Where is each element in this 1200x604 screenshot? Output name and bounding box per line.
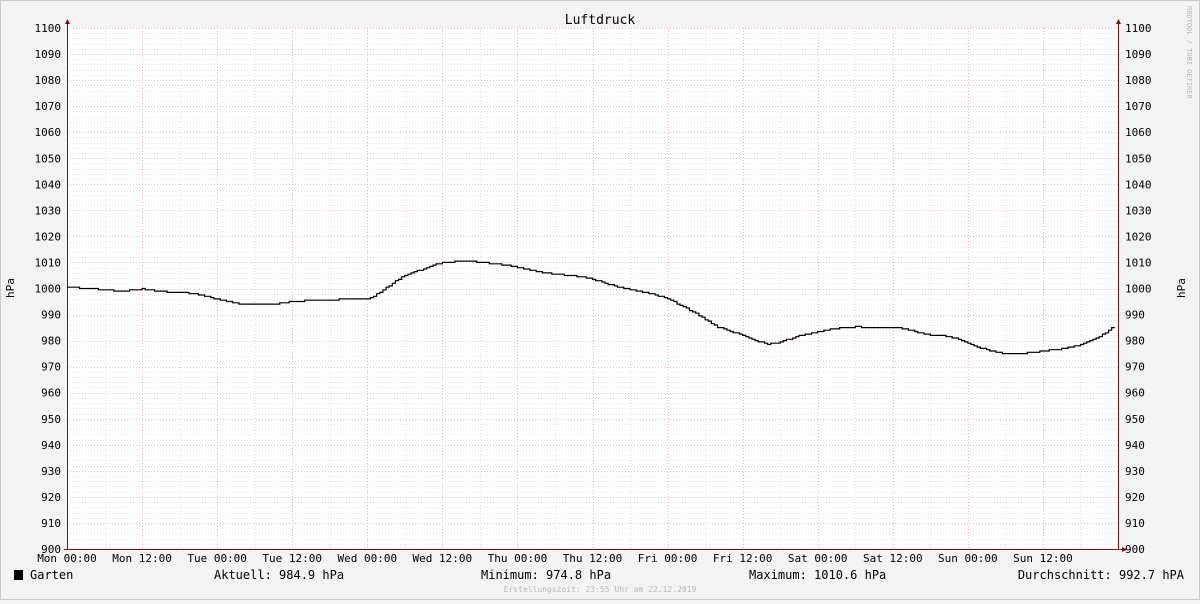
y-tick-label-right: 940 — [1125, 439, 1145, 452]
y-tick-label-left: 960 — [41, 387, 61, 400]
x-tick-label: Tue 00:00 — [187, 552, 247, 565]
x-tick-label: Thu 12:00 — [563, 552, 623, 565]
y-tick-label-left: 1090 — [35, 48, 62, 61]
y-tick-label-left: 1040 — [35, 178, 62, 191]
x-tick-label: Tue 12:00 — [262, 552, 322, 565]
y-tick-label-right: 1080 — [1125, 74, 1152, 87]
y-tick-label-left: 1070 — [35, 100, 62, 113]
y-tick-label-left: 1030 — [35, 204, 62, 217]
stat-maximum: Maximum: 1010.6 hPa — [749, 568, 886, 582]
y-tick-label-left: 1050 — [35, 152, 62, 165]
x-tick-label: Wed 00:00 — [337, 552, 397, 565]
y-tick-label-left: 970 — [41, 361, 61, 374]
y-tick-label-left: 1010 — [35, 256, 62, 269]
y-tick-label-right: 990 — [1125, 309, 1145, 322]
y-tick-label-left: 930 — [41, 465, 61, 478]
y-axis-label-left: hPa — [4, 278, 17, 298]
chart: 900 910 920 930 940 950 960 970 980 990 1000 1010 10… — [0, 0, 1200, 600]
y-tick-label-left: 1060 — [35, 126, 62, 139]
x-tick-label: Sun 12:00 — [1013, 552, 1073, 565]
stat-current: Aktuell: 984.9 hPa — [214, 568, 344, 582]
y-tick-label-right: 1010 — [1125, 256, 1152, 269]
y-tick-label-left: 940 — [41, 439, 61, 452]
y-tick-label-right: 1020 — [1125, 230, 1152, 243]
y-tick-label-right: 910 — [1125, 517, 1145, 530]
y-axis-label-right: hPa — [1175, 278, 1188, 298]
x-tick-label: Wed 12:00 — [413, 552, 473, 565]
x-tick-label: Mon 12:00 — [112, 552, 172, 565]
y-tick-label-right: 1030 — [1125, 204, 1152, 217]
y-tick-label-right: 950 — [1125, 413, 1145, 426]
y-tick-label-right: 1070 — [1125, 100, 1152, 113]
x-tick-label: Sun 00:00 — [938, 552, 998, 565]
y-tick-label-right: 960 — [1125, 387, 1145, 400]
y-tick-label-left: 990 — [41, 309, 61, 322]
y-tick-label-left: 1080 — [35, 74, 62, 87]
y-tick-label-right: 1040 — [1125, 178, 1152, 191]
x-tick-label: Mon 00:00 — [37, 552, 97, 565]
y-tick-label-right: 970 — [1125, 361, 1145, 374]
y-tick-label-right: 1060 — [1125, 126, 1152, 139]
legend-swatch-garten — [14, 570, 23, 580]
y-tick-label-left: 1000 — [35, 283, 62, 296]
y-tick-label-left: 920 — [41, 491, 61, 504]
y-tick-label-right: 930 — [1125, 465, 1145, 478]
legend-label-garten: Garten — [30, 568, 73, 582]
y-tick-label-right: 1090 — [1125, 48, 1152, 61]
y-tick-label-left: 1100 — [35, 22, 62, 35]
y-tick-label-right: 1050 — [1125, 152, 1152, 165]
y-tick-label-left: 980 — [41, 335, 61, 348]
watermark: RRDTOOL / TOBI OETIKER — [1185, 6, 1193, 100]
y-tick-label-left: 950 — [41, 413, 61, 426]
y-tick-label-left: 1020 — [35, 230, 62, 243]
y-tick-label-right: 1100 — [1125, 22, 1152, 35]
y-tick-label-right: 900 — [1125, 543, 1145, 556]
creation-time: Erstellungszeit: 23:55 Uhr am 22.12.2019 — [504, 585, 697, 594]
chart-root: 900 910 920 930 940 950 960 970 980 990 1000 1010 10… — [0, 0, 1200, 600]
x-tick-label: Sat 12:00 — [863, 552, 923, 565]
x-tick-label: Sat 00:00 — [788, 552, 848, 565]
x-tick-label: Thu 00:00 — [488, 552, 548, 565]
y-tick-label-right: 1000 — [1125, 283, 1152, 296]
y-tick-label-left: 910 — [41, 517, 61, 530]
stat-average: Durchschnitt: 992.7 hPA — [1018, 568, 1185, 582]
chart-title: Luftdruck — [565, 13, 636, 28]
stat-minimum: Minimum: 974.8 hPa — [481, 568, 611, 582]
x-tick-label: Fri 00:00 — [638, 552, 698, 565]
y-tick-label-right: 920 — [1125, 491, 1145, 504]
x-tick-label: Fri 12:00 — [713, 552, 773, 565]
y-tick-label-right: 980 — [1125, 335, 1145, 348]
